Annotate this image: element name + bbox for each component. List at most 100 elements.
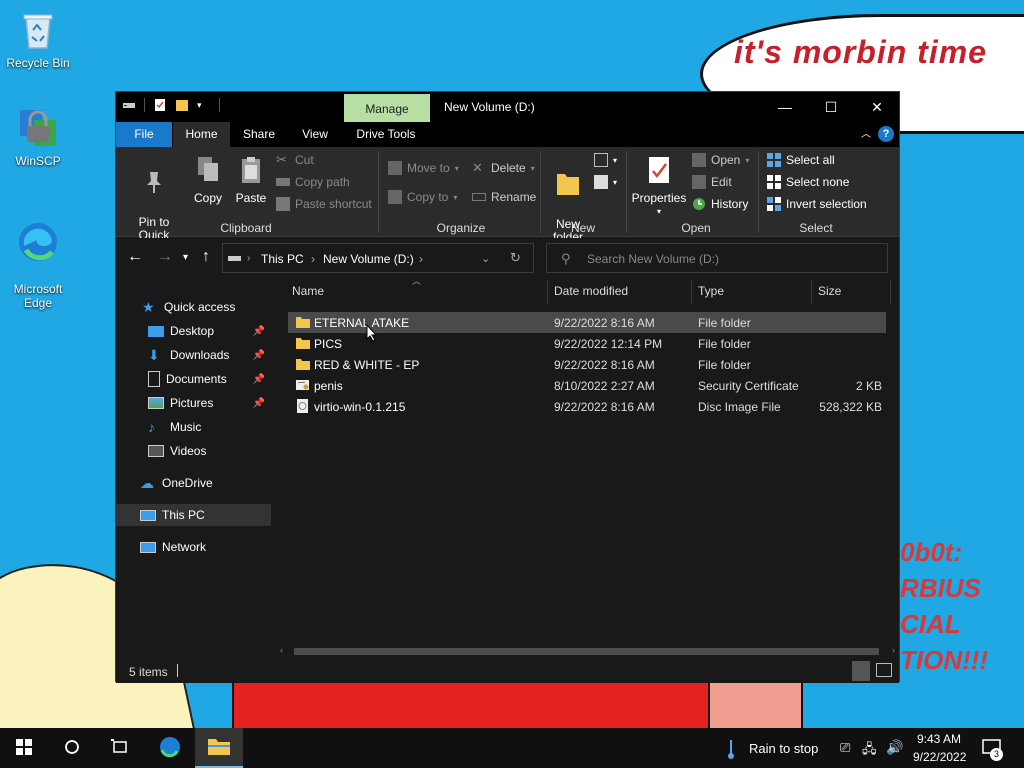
qat-dropdown-icon[interactable]: ▾: [197, 98, 211, 112]
column-separator[interactable]: [691, 280, 692, 304]
edge-taskbar-button[interactable]: [146, 728, 194, 768]
desktop-icon-recycle-bin[interactable]: Recycle Bin: [0, 8, 76, 70]
new-item-button[interactable]: ▾: [594, 153, 617, 167]
clock-time[interactable]: 9:43 AM: [917, 732, 961, 746]
column-header-type[interactable]: Type: [698, 284, 724, 298]
paste-shortcut-label: Paste shortcut: [295, 197, 372, 211]
copy-path-button[interactable]: Copy path: [276, 175, 350, 189]
delete-button[interactable]: ✕ Delete ▾: [472, 161, 535, 176]
tab-home[interactable]: Home: [173, 122, 230, 147]
scroll-left-icon[interactable]: ‹: [280, 645, 283, 655]
properties-check-icon[interactable]: [153, 98, 167, 112]
tab-drive-tools[interactable]: Drive Tools: [346, 122, 426, 147]
tab-share[interactable]: Share: [236, 122, 282, 147]
desktop-icon-winscp[interactable]: WinSCP: [0, 106, 76, 168]
chevron-down-icon: ▾: [613, 155, 618, 165]
select-all-button[interactable]: Select all: [767, 153, 835, 167]
column-header-size[interactable]: Size: [818, 284, 841, 298]
edit-icon: [692, 175, 706, 189]
maximize-button[interactable]: ☐: [808, 92, 854, 122]
search-button[interactable]: [48, 728, 96, 768]
clock-date[interactable]: 9/22/2022: [913, 750, 966, 764]
nav-item-onedrive[interactable]: ☁ OneDrive: [116, 472, 271, 494]
tab-file[interactable]: File: [116, 122, 172, 147]
file-explorer-taskbar-button[interactable]: [195, 728, 243, 768]
file-row[interactable]: RED & WHITE - EP 9/22/2022 8:16 AM File …: [288, 354, 886, 375]
details-view-icon[interactable]: [852, 661, 870, 681]
breadcrumb-this-pc[interactable]: This PC: [261, 252, 304, 266]
file-row[interactable]: penis 8/10/2022 2:27 AM Security Certifi…: [288, 375, 886, 396]
new-folder-qat-icon[interactable]: [175, 98, 189, 112]
open-button[interactable]: Open ▾: [692, 153, 749, 167]
file-row[interactable]: virtio-win-0.1.215 9/22/2022 8:16 AM Dis…: [288, 396, 886, 417]
select-none-button[interactable]: Select none: [767, 175, 849, 189]
scrollbar-thumb[interactable]: [294, 648, 879, 655]
breadcrumb-chevron-icon[interactable]: ›: [311, 252, 315, 266]
volume-icon[interactable]: 🔊: [886, 739, 903, 756]
breadcrumb-chevron-icon[interactable]: ›: [419, 252, 423, 266]
move-to-button[interactable]: Move to ▾: [388, 161, 459, 175]
column-header-name[interactable]: Name: [292, 284, 324, 298]
up-arrow-icon[interactable]: ↑: [202, 248, 210, 266]
rain-weather-icon[interactable]: [724, 738, 738, 763]
help-icon[interactable]: ?: [878, 126, 894, 142]
refresh-icon[interactable]: ↻: [510, 250, 521, 266]
search-box[interactable]: ⚲ Search New Volume (D:): [546, 243, 888, 273]
paste-button[interactable]: Paste: [232, 155, 270, 205]
paste-shortcut-button[interactable]: Paste shortcut: [276, 197, 372, 211]
address-bar[interactable]: › This PC › New Volume (D:) › ⌄ ↻: [222, 243, 534, 273]
pin-icon[interactable]: 📌: [253, 374, 265, 385]
collapse-ribbon-icon[interactable]: ︿: [856, 122, 876, 147]
nav-item-this-pc[interactable]: This PC: [116, 504, 271, 526]
nav-item-downloads[interactable]: ⬇ Downloads 📌: [116, 344, 271, 366]
wallpaper-side-text: 0b0t: RBIUS CIAL TION!!!: [900, 537, 989, 675]
forward-arrow-icon[interactable]: →: [157, 248, 173, 266]
recent-locations-chevron-icon[interactable]: ▾: [183, 252, 188, 263]
wallpaper-red-shape: [232, 680, 712, 728]
nav-item-pictures[interactable]: Pictures 📌: [116, 392, 271, 414]
task-view-button[interactable]: [96, 728, 144, 768]
rename-button[interactable]: Rename: [472, 190, 536, 204]
history-icon: [692, 197, 706, 211]
column-header-date-modified[interactable]: Date modified: [554, 284, 628, 298]
nav-item-videos[interactable]: Videos: [116, 440, 271, 462]
copy-button[interactable]: Copy: [190, 155, 226, 205]
horizontal-scrollbar[interactable]: ‹ ›: [276, 645, 899, 658]
nav-item-quick-access[interactable]: ★ Quick access: [116, 296, 271, 318]
properties-button[interactable]: Properties ▾: [630, 155, 688, 218]
title-bar[interactable]: ▾ Manage New Volume (D:) — ☐ ✕: [116, 92, 899, 122]
start-button[interactable]: [0, 728, 48, 768]
meet-now-icon[interactable]: ⎚: [840, 740, 850, 756]
large-icons-view-icon[interactable]: [876, 663, 892, 677]
column-separator[interactable]: [890, 280, 891, 304]
network-tray-icon[interactable]: 🖧: [862, 740, 877, 762]
breadcrumb-new-volume[interactable]: New Volume (D:): [323, 252, 414, 266]
desktop-icon-edge[interactable]: Microsoft Edge: [0, 206, 76, 324]
tab-manage[interactable]: Manage: [344, 94, 430, 122]
easy-access-button[interactable]: ▾: [594, 175, 617, 189]
nav-item-network[interactable]: Network: [116, 536, 271, 558]
cut-button[interactable]: ✂ Cut: [276, 153, 314, 168]
nav-item-desktop[interactable]: Desktop 📌: [116, 320, 271, 342]
file-name: virtio-win-0.1.215: [314, 400, 406, 414]
weather-text[interactable]: Rain to stop: [749, 741, 818, 756]
address-dropdown-icon[interactable]: ⌄: [481, 252, 490, 265]
nav-item-music[interactable]: ♪ Music: [116, 416, 271, 438]
close-button[interactable]: ✕: [854, 92, 900, 122]
breadcrumb-chevron-icon[interactable]: ›: [247, 253, 250, 264]
tab-view[interactable]: View: [292, 122, 338, 147]
column-separator[interactable]: [547, 280, 548, 304]
minimize-button[interactable]: —: [762, 92, 808, 122]
mouse-cursor-icon: [366, 323, 378, 345]
column-separator[interactable]: [811, 280, 812, 304]
edit-button[interactable]: Edit: [692, 175, 732, 189]
nav-item-documents[interactable]: Documents 📌: [116, 368, 271, 390]
copy-to-button[interactable]: Copy to ▾: [388, 190, 457, 204]
invert-selection-button[interactable]: Invert selection: [767, 197, 867, 211]
scroll-right-icon[interactable]: ›: [892, 645, 895, 655]
history-button[interactable]: History: [692, 197, 748, 211]
back-arrow-icon[interactable]: ←: [127, 248, 143, 266]
pin-icon[interactable]: 📌: [253, 326, 265, 337]
pin-icon[interactable]: 📌: [253, 350, 265, 361]
pin-icon[interactable]: 📌: [253, 398, 265, 409]
